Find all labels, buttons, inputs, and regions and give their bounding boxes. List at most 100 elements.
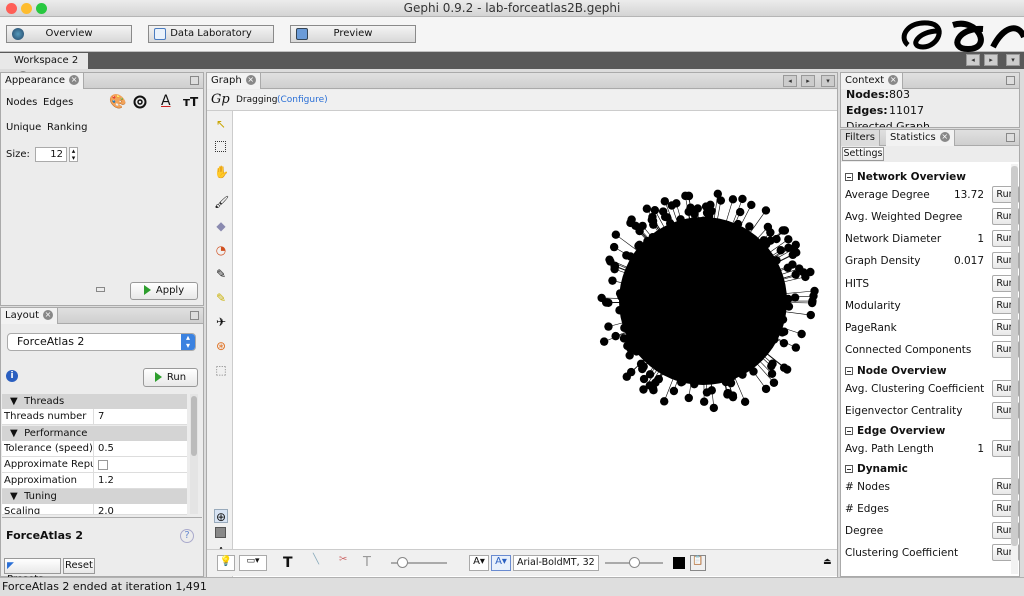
close-window-button[interactable] [6,3,17,14]
slider-thumb[interactable] [629,557,640,568]
graph-node[interactable] [810,286,819,296]
help-icon[interactable]: ? [180,529,194,543]
size-stepper[interactable]: ▴ ▾ [69,147,78,162]
layout-algorithm-select[interactable]: ForceAtlas 2 ▴ ▾ [7,333,196,351]
background-color-icon[interactable] [215,527,226,538]
edge-scale-slider[interactable] [391,557,447,568]
close-tab-icon[interactable]: × [888,75,899,85]
tuning-section[interactable]: ▼ Tuning [2,489,187,504]
close-tab-icon[interactable]: × [245,75,256,85]
font-selector[interactable]: Arial-BoldMT, 32 [513,555,599,571]
graph-node[interactable] [721,377,731,387]
statistics-tab[interactable]: Statistics × [886,130,955,146]
minimize-panel-button[interactable] [1006,76,1015,85]
graph-node[interactable] [768,359,777,368]
graph-node[interactable] [669,386,679,396]
graph-node[interactable] [767,369,777,378]
label-size-icon[interactable]: тT [183,95,198,109]
graph-node[interactable] [702,388,712,397]
graph-node[interactable] [747,200,756,210]
graph-node[interactable] [609,242,619,252]
graph-node[interactable] [784,235,793,244]
graph-node[interactable] [604,298,613,307]
approximate-repulsion-checkbox[interactable] [98,460,108,470]
graph-node[interactable] [605,255,614,264]
graph-node[interactable] [648,212,657,222]
graph-node[interactable] [706,200,715,210]
graph-node[interactable] [791,343,801,352]
workspace-tab[interactable]: Workspace 2× [0,53,88,81]
graph-node[interactable] [684,191,693,201]
drag-hand-icon[interactable]: ✋ [214,165,229,179]
graph-node[interactable] [611,331,620,341]
expand-toolbar-icon[interactable]: ⏏ [823,557,832,567]
edge-pencil-icon[interactable]: ✎ [214,291,228,305]
stats-group-header[interactable]: Network Overview [842,169,1019,185]
minimize-window-button[interactable] [21,3,32,14]
layout-tab[interactable]: Layout × [1,308,58,324]
graph-node[interactable] [620,323,629,333]
graph-node[interactable] [797,329,806,339]
info-icon[interactable]: i [6,370,18,382]
collapse-icon[interactable] [845,427,853,435]
zoom-fit-icon[interactable]: ⊕ [214,509,228,524]
font-decrease-icon[interactable]: A▾ [469,555,489,571]
performance-section[interactable]: ▼ Performance [2,426,187,441]
graph-node[interactable] [728,372,737,381]
light-bulb-icon[interactable]: 💡 [217,555,235,571]
close-tab-icon[interactable]: × [43,310,53,320]
graph-node[interactable] [608,276,617,285]
edge-color-icon[interactable]: ✂ [339,554,347,565]
data-laboratory-button[interactable]: Data Laboratory [148,25,274,43]
graph-node[interactable] [791,270,800,279]
stats-group-header[interactable]: Node Overview [842,363,1019,379]
zoom-window-button[interactable] [36,3,47,14]
presets-button[interactable]: ◤ Presets... [4,558,61,585]
tolerance-row[interactable]: Tolerance (speed) 0.5 [2,441,187,457]
text-tool-icon[interactable]: T [283,555,293,571]
shortest-path-icon[interactable]: ✈ [214,315,228,329]
tab-list-button[interactable]: ▾ [1006,54,1020,66]
graph-node[interactable] [648,384,658,393]
rect-select-icon[interactable] [215,141,226,152]
graph-node[interactable] [789,244,798,253]
graph-node[interactable] [780,297,790,306]
statistics-scrollbar[interactable] [1011,164,1018,574]
painter-icon[interactable]: 🖌 [214,195,229,209]
graph-node[interactable] [631,221,640,230]
graph-node[interactable] [636,342,645,352]
layout-run-button[interactable]: Run [143,368,198,387]
unique-tab[interactable]: Unique [6,122,41,133]
graph-node[interactable] [806,310,815,320]
graph-node[interactable] [778,315,788,324]
clipboard-icon[interactable]: 📋 [690,555,706,571]
graph-node[interactable] [778,226,787,235]
appearance-tab[interactable]: Appearance × [1,73,85,89]
graph-node[interactable] [617,292,626,301]
graph-menu-button[interactable]: ▾ [821,75,835,87]
apply-button[interactable]: Apply [130,282,198,300]
label-color-swatch[interactable] [673,557,685,569]
graph-node[interactable] [723,220,732,230]
context-tab[interactable]: Context × [841,73,904,89]
edge-tool-icon[interactable]: ╲ [313,554,319,565]
configure-link[interactable]: (Configure) [277,95,328,105]
graph-node[interactable] [740,397,750,407]
graph-node[interactable] [769,378,779,387]
minimize-panel-button[interactable] [190,311,199,320]
graph-node[interactable] [776,246,785,255]
graph-node[interactable] [684,393,693,403]
reset-button[interactable]: Reset [63,558,95,574]
graph-node[interactable] [604,322,613,331]
size-rings-icon[interactable] [133,95,147,109]
graph-node[interactable] [757,241,766,250]
collapse-icon[interactable] [845,367,853,375]
settings-button[interactable]: Settings [842,147,884,161]
label-color-icon[interactable]: A [161,93,171,109]
font-size-slider[interactable] [605,557,663,568]
pencil-icon[interactable]: ✎ [214,267,228,281]
graph-node[interactable] [642,204,652,213]
heat-map-icon[interactable]: ◔ [214,243,228,257]
graph-node[interactable] [761,206,771,215]
graph-node[interactable] [761,384,771,394]
